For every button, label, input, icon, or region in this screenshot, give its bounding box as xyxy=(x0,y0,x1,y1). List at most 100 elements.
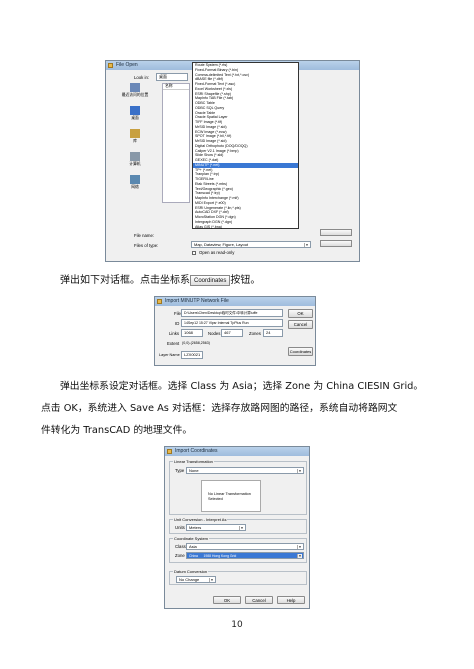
para1-text-before: 弹出如下对话框。点击坐标系 xyxy=(60,275,190,286)
recent-icon xyxy=(130,83,140,92)
coordinate-system-group: Coordinate System Class Asia ▼ Zone China… xyxy=(169,536,307,563)
read-only-checkbox[interactable] xyxy=(192,251,196,255)
chevron-down-icon: ▼ xyxy=(297,469,302,473)
nodes-label: Nodes xyxy=(208,331,221,336)
nodes-value: 467 xyxy=(224,330,231,335)
paragraph-2-line-3: 件转化为 TransCAD 的地理文件。 xyxy=(41,425,193,436)
coordinates-inline-button: Coordinates xyxy=(190,274,231,286)
sidebar-item-library[interactable]: 库 xyxy=(112,129,158,143)
sidebar-item-desktop[interactable]: 桌面 xyxy=(112,106,158,120)
lookin-value: 桌面 xyxy=(159,74,167,79)
sidebar-item-computer[interactable]: 计算机 xyxy=(112,152,158,166)
type-select[interactable]: None ▼ xyxy=(186,467,304,474)
paragraph-2-line-1: 弹出坐标系设定对话框。选择 Class 为 Asia；选择 Zone 为 Chi… xyxy=(60,381,424,392)
id-label: ID xyxy=(175,321,180,326)
app-icon xyxy=(167,449,172,454)
file-type-select[interactable]: Map, Dataview, Figure, Layout ▼ xyxy=(191,241,311,248)
lookin-label: Look in: xyxy=(134,75,150,80)
chevron-down-icon: ▼ xyxy=(209,578,214,582)
file-field: D:\Users\Chen\Desktop\临时文件\中转计算\uffe xyxy=(181,309,283,317)
paragraph-1: 弹出如下对话框。点击坐标系 Coordinates 按钮。 xyxy=(60,271,260,291)
file-type-label: Files of type: xyxy=(134,243,159,248)
group-label: Linear Transformation xyxy=(173,459,214,464)
library-icon xyxy=(130,129,140,138)
lookin-select[interactable]: 桌面 xyxy=(156,73,188,81)
ok-button[interactable]: OK xyxy=(288,309,313,318)
layer-name-label: Layer Name xyxy=(159,353,180,357)
group-label: Datum Conversion xyxy=(173,569,209,574)
paragraph-2-line-2: 点击 OK，系统进入 Save As 对话框：选择存放路网图的路径，系统自动将路… xyxy=(41,403,398,414)
import-minutp-dialog: Import MINUTP Network File File D:\Users… xyxy=(154,296,316,366)
title-bar: Import MINUTP Network File xyxy=(155,297,315,306)
zones-value: 24 xyxy=(266,330,271,335)
file-type-value: Map, Dataview, Figure, Layout xyxy=(194,242,249,247)
dialog-title: File Open xyxy=(116,62,138,68)
chevron-down-icon: ▼ xyxy=(239,526,244,530)
group-label: Unit Conversion - Interpret As xyxy=(173,517,228,522)
units-label: Units xyxy=(175,525,185,530)
links-field: 1068 xyxy=(181,329,203,337)
network-icon xyxy=(130,175,140,184)
cancel-button[interactable]: Cancel xyxy=(288,320,313,329)
type-value: None xyxy=(189,468,199,473)
zone-select[interactable]: China 1988 Hong Kong Grid ▼ xyxy=(186,552,304,559)
datum-value: No Change xyxy=(179,577,200,582)
id-field: 14Sep12 15:27 Vlpsr Internal TpPlus Run xyxy=(181,319,283,327)
zone-label: Zone xyxy=(175,553,185,558)
units-select[interactable]: Meters ▼ xyxy=(186,524,246,531)
sidebar-label: 网络 xyxy=(131,185,139,189)
file-name-label: File name: xyxy=(134,233,155,238)
chevron-down-icon: ▼ xyxy=(297,554,302,558)
class-value: Asia xyxy=(189,544,197,549)
para1-text-after: 按钮。 xyxy=(230,275,261,286)
folder-icon xyxy=(108,63,113,68)
selected-text: Selected xyxy=(208,497,223,501)
nodes-field: 467 xyxy=(221,329,243,337)
coordinates-inline-label: Coordinates xyxy=(194,277,227,284)
class-select[interactable]: Asia ▼ xyxy=(186,543,304,550)
ok-button[interactable]: OK xyxy=(213,596,241,604)
sidebar-label: 计算机 xyxy=(129,162,141,166)
file-label: File xyxy=(174,311,181,316)
units-value: Meters xyxy=(189,525,202,530)
chevron-down-icon: ▼ xyxy=(297,545,302,549)
app-icon xyxy=(157,299,162,304)
unit-conversion-group: Unit Conversion - Interpret As Units Met… xyxy=(169,517,307,534)
file-open-dialog: File Open Look in: 桌面 最近访问的位置 桌面 库 计算机 网… xyxy=(105,60,360,262)
title-bar: Import Coordinates xyxy=(165,447,309,456)
cancel-button[interactable]: Cancel xyxy=(245,596,273,604)
chevron-down-icon: ▼ xyxy=(304,243,309,247)
zone-value: China 1988 Hong Kong Grid xyxy=(189,554,237,558)
coordinates-button[interactable]: Coordinates xyxy=(288,347,313,356)
open-button[interactable] xyxy=(320,229,352,236)
group-label: Coordinate System xyxy=(173,536,210,541)
sidebar: 最近访问的位置 桌面 库 计算机 网络 xyxy=(112,83,158,203)
transformation-preview: No Linear Transformation Selected xyxy=(201,480,261,512)
sidebar-item-recent[interactable]: 最近访问的位置 xyxy=(112,83,158,97)
sidebar-label: 最近访问的位置 xyxy=(121,93,149,97)
layer-name-input[interactable]: LZX0021 xyxy=(181,351,203,359)
zones-label: Zones xyxy=(249,331,261,336)
column-header-name[interactable]: 名称 xyxy=(163,84,189,90)
sidebar-item-network[interactable]: 网络 xyxy=(112,175,158,189)
zones-field: 24 xyxy=(263,329,283,337)
id-value: 14Sep12 15:27 Vlpsr Internal TpPlus Run xyxy=(184,321,249,325)
sidebar-label: 库 xyxy=(133,139,137,143)
layer-name-value: LZX0021 xyxy=(184,352,201,357)
cancel-button[interactable] xyxy=(320,240,352,247)
page-number: 10 xyxy=(231,620,243,630)
linear-transformation-group: Linear Transformation Type None ▼ No Line… xyxy=(169,459,307,515)
dialog-title: Import MINUTP Network File xyxy=(165,298,229,304)
import-coordinates-dialog: Import Coordinates Linear Transformation… xyxy=(164,446,310,609)
file-type-option[interactable]: Atlas GIS (*.bna) xyxy=(193,225,298,230)
help-button[interactable]: Help xyxy=(277,596,305,604)
class-label: Class xyxy=(175,544,186,549)
datum-select[interactable]: No Change ▼ xyxy=(176,576,216,583)
links-label: Links xyxy=(169,331,180,336)
file-list-area: 名称 xyxy=(162,83,190,203)
dialog-title: Import Coordinates xyxy=(175,448,218,454)
datum-conversion-group: Datum Conversion No Change ▼ xyxy=(169,569,307,585)
links-value: 1068 xyxy=(184,330,193,335)
type-label: Type xyxy=(175,468,185,473)
file-value: D:\Users\Chen\Desktop\临时文件\中转计算\uffe xyxy=(184,311,258,315)
